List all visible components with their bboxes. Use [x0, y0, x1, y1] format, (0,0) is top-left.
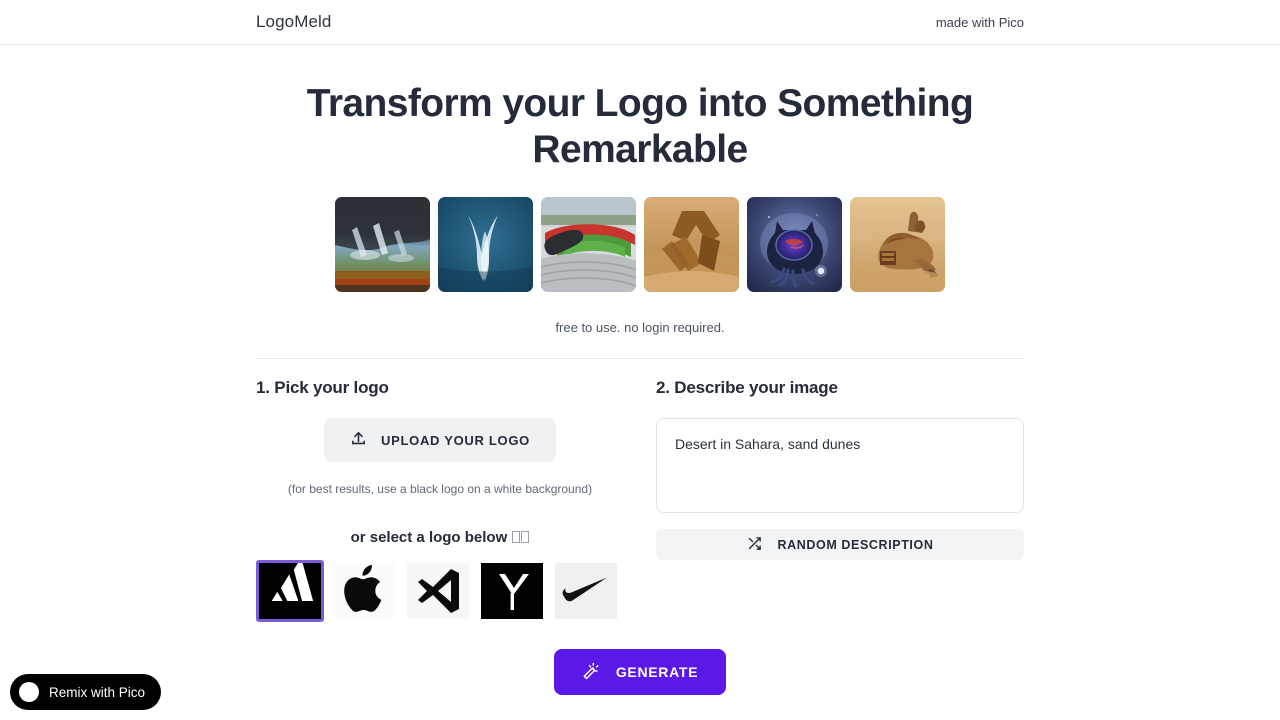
camels-desert-image: [850, 197, 945, 292]
logo-option-adidas[interactable]: [256, 560, 324, 622]
step-1-title: 1. Pick your logo: [256, 378, 389, 397]
select-logo-below-label: or select a logo below: [256, 529, 624, 546]
example-gallery: [256, 197, 1024, 292]
gallery-thumb-whale[interactable]: [438, 197, 533, 292]
gallery-thumb-storm-clouds[interactable]: [335, 197, 430, 292]
upload-hint: (for best results, use a black logo on a…: [287, 482, 593, 496]
logo-option-apple[interactable]: [330, 560, 398, 622]
logo-picker-row: [256, 560, 624, 622]
free-to-use-tagline: free to use. no login required.: [555, 320, 725, 335]
column-pick-logo: 1. Pick your logo UPLOAD YOUR LOGO (for …: [256, 378, 624, 622]
column-describe-image: 2. Describe your image RANDOM DESCRIPTIO…: [656, 378, 1024, 622]
apple-logo-icon: [333, 563, 395, 619]
brand-logo[interactable]: LogoMeld: [256, 12, 331, 32]
random-description-button[interactable]: RANDOM DESCRIPTION: [656, 529, 1024, 560]
description-textarea[interactable]: [656, 418, 1024, 513]
gallery-thumb-camels[interactable]: [850, 197, 945, 292]
random-description-label: RANDOM DESCRIPTION: [777, 537, 934, 552]
logo-option-nike[interactable]: [552, 560, 620, 622]
step-2-title: 2. Describe your image: [656, 378, 838, 397]
site-header: LogoMeld made with Pico: [0, 0, 1280, 45]
logo-option-vscode[interactable]: [404, 560, 472, 622]
pointing-down-emoji-modifier-glyph: [521, 531, 530, 543]
ycombinator-logo-icon: [481, 563, 543, 619]
gallery-thumb-stadium[interactable]: [541, 197, 636, 292]
shuffle-icon: [747, 536, 762, 554]
page-title: Transform your Logo into Something Remar…: [306, 82, 974, 171]
nike-logo-icon: [555, 563, 617, 619]
magic-wand-icon: [582, 662, 600, 683]
generate-area: GENERATE: [256, 649, 1024, 695]
made-with-pico-link[interactable]: made with Pico: [936, 15, 1024, 30]
upload-button-label: UPLOAD YOUR LOGO: [381, 432, 530, 448]
gallery-thumb-desert-sculpture[interactable]: [644, 197, 739, 292]
storm-clouds-image: [335, 197, 430, 292]
pointing-down-emoji-glyph: [512, 531, 521, 543]
whale-aerial-image: [438, 197, 533, 292]
hero-section: Transform your Logo into Something Remar…: [256, 45, 1024, 335]
adidas-logo-icon: [259, 563, 321, 619]
upload-your-logo-button[interactable]: UPLOAD YOUR LOGO: [324, 418, 556, 462]
generate-button-label: GENERATE: [615, 664, 699, 680]
desert-dune-sculpture-image: [644, 197, 739, 292]
select-logo-below-text: or select a logo below: [350, 529, 508, 546]
remix-with-pico-badge[interactable]: Remix with Pico: [10, 674, 162, 710]
remix-badge-label: Remix with Pico: [49, 684, 146, 700]
header-inner: LogoMeld made with Pico: [256, 12, 1024, 32]
upload-icon: [350, 430, 367, 450]
upload-area: UPLOAD YOUR LOGO (for best results, use …: [256, 418, 624, 496]
pico-logo-icon: [19, 682, 39, 702]
form-columns: 1. Pick your logo UPLOAD YOUR LOGO (for …: [256, 359, 1024, 622]
vscode-logo-icon: [407, 563, 469, 619]
stadium-track-image: [541, 197, 636, 292]
logo-option-ycombinator[interactable]: [478, 560, 546, 622]
gallery-thumb-octocat-space[interactable]: [747, 197, 842, 292]
octocat-space-image: [747, 197, 842, 292]
generate-button[interactable]: GENERATE: [553, 649, 727, 695]
